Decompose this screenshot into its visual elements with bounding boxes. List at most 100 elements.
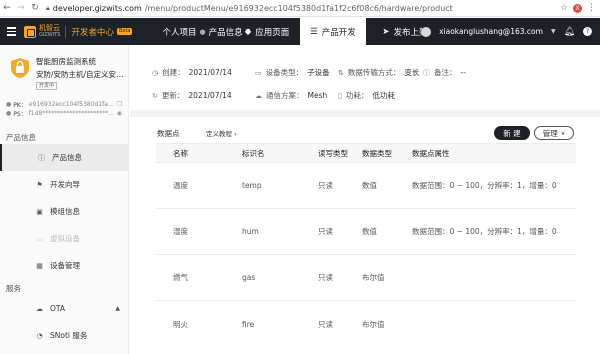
- shield-icon: [11, 58, 29, 78]
- meta-comm: ☁ 通信方案： Mesh: [255, 90, 338, 101]
- forward-icon[interactable]: →: [14, 1, 28, 15]
- menu-icon[interactable]: [0, 27, 22, 36]
- sidebar-item-ota[interactable]: ☁ OTA ▲: [0, 295, 128, 322]
- profile-avatar[interactable]: X: [573, 3, 582, 13]
- datapoint-table: 名称 标识名 读写类型 数据类型 数据点属性 温度 temp 只读 数值 数据范…: [156, 143, 576, 347]
- breadcrumb-project[interactable]: 个人项目: [162, 26, 196, 38]
- logo-mark-icon: [24, 25, 36, 38]
- sidebar-item-dev-guide[interactable]: ⚑ 开发向导: [0, 171, 128, 198]
- transfer-value: 变长: [404, 68, 420, 77]
- address-bar[interactable]: 🔒︎ developer.gizwits.com/menu/productMen…: [46, 2, 554, 15]
- cell-type: 布尔值: [362, 273, 385, 282]
- clock-icon: ◷: [152, 68, 159, 77]
- cloud-icon: ☁: [255, 91, 262, 100]
- comm-value: Mesh: [307, 91, 328, 100]
- cell-name: 燃气: [173, 273, 188, 282]
- sidebar-item-snoti[interactable]: ◔ SNoti 服务: [0, 322, 128, 349]
- tab-app-pages[interactable]: ◆ 应用页面: [234, 18, 300, 45]
- ps-value: f1d8**********************9652: [28, 110, 115, 117]
- info-icon: ⓘ: [423, 68, 430, 77]
- meta-remark: ⓘ 备注： --: [423, 67, 466, 78]
- cell-id: hum: [242, 227, 259, 236]
- table-row[interactable]: 明火 fire 只读 布尔值: [156, 301, 576, 347]
- key-icon: ●: [6, 101, 12, 108]
- section-title-product: 产品信息: [6, 132, 36, 142]
- manage-button[interactable]: 管理 ∨: [534, 126, 574, 140]
- diamond-icon: ◆: [244, 26, 252, 37]
- cell-type: 布尔值: [362, 319, 385, 329]
- sidebar-item-module-info[interactable]: ▣ 模组信息: [0, 198, 128, 225]
- url-host: developer.gizwits.com: [52, 3, 142, 13]
- created-value: 2021/07/14: [188, 68, 232, 77]
- cell-id: fire: [242, 319, 255, 329]
- browser-toolbar: ← → ↻ 🔒︎ developer.gizwits.com/menu/prod…: [0, 0, 600, 17]
- datapoint-toolbar: 数据点 定义教程 › 新 建 管理 ∨: [130, 117, 600, 141]
- user-email[interactable]: xiaokanglushang@163.com: [439, 27, 543, 36]
- cell-rw: 只读: [318, 273, 333, 282]
- developer-center-link[interactable]: 开发者中心 Beta: [71, 26, 133, 38]
- cell-name: 明火: [173, 319, 188, 329]
- col-rw-header: 读写类型: [318, 148, 348, 158]
- new-button[interactable]: 新 建: [494, 126, 530, 140]
- table-row[interactable]: 温度 temp 只读 数值 数据范围：0 ~ 100，分辨率：1，增量：0: [156, 163, 576, 209]
- sidebar-item-label: 设备管理: [50, 261, 80, 270]
- meta-device-type: ▭ 设备类型： 子设备: [255, 67, 338, 78]
- device-type-label: 设备类型：: [265, 68, 304, 77]
- custom-tutorial-link[interactable]: 定义教程 ›: [206, 128, 237, 138]
- pk-row: ● PK： e916932ecc104f5380d1fa1f2c ❐: [6, 100, 122, 109]
- main-tabs: ◆ 应用页面 ☰ 产品开发 ➤ 发布上架: [234, 18, 444, 45]
- col-type-header: 数据类型: [362, 148, 392, 158]
- transfer-label: 数据传输方式：: [347, 68, 401, 77]
- created-label: 创建：: [162, 68, 185, 77]
- url-path: /menu/productMenu/e916932ecc104f5380d1fa…: [144, 3, 453, 13]
- chevron-down-icon[interactable]: ▼: [551, 28, 556, 35]
- table-row[interactable]: 燃气 gas 只读 布尔值: [156, 255, 576, 301]
- product-meta: ◷ 创建： 2021/07/14 ▭ 设备类型： 子设备 ⇅ 数据传输方式： 变…: [130, 45, 600, 117]
- battery-icon: ▯: [338, 91, 342, 100]
- cell-attr: 数据范围：0 ~ 100，分辨率：1，增量：0: [412, 181, 557, 190]
- reload-icon[interactable]: ↻: [28, 1, 42, 15]
- bell-icon: ◔: [36, 331, 43, 340]
- cell-name: 湿度: [173, 227, 188, 236]
- bell-icon[interactable]: 🔔︎: [564, 27, 575, 37]
- eye-icon[interactable]: ◉: [117, 110, 122, 117]
- sidebar-item-virtual-device[interactable]: ▭ 虚拟设备: [0, 225, 128, 252]
- help-icon[interactable]: ?: [583, 27, 592, 36]
- pk-label: PK：: [13, 102, 27, 109]
- divider: [65, 25, 67, 38]
- key-icon: ●: [6, 110, 12, 117]
- table-row[interactable]: 湿度 hum 只读 数值 数据范围：0 ~ 100，分辨率：1，增量：0: [156, 209, 576, 255]
- tab-product-dev[interactable]: ☰ 产品开发: [300, 18, 366, 45]
- cell-name: 温度: [173, 181, 188, 190]
- sidebar-item-label: 产品信息: [52, 153, 82, 162]
- product-card: 智能厨房监测系统 安防/安防主机/自定义安防主机 开发中: [0, 45, 128, 100]
- main-content: ◷ 创建： 2021/07/14 ▭ 设备类型： 子设备 ⇅ 数据传输方式： 变…: [130, 45, 600, 354]
- remark-value: --: [460, 68, 466, 77]
- meta-updated: ↻ 更新： 2021/07/14: [152, 90, 255, 101]
- star-icon[interactable]: ☆: [560, 3, 568, 13]
- device-type-value: 子设备: [307, 68, 330, 77]
- gizwits-logo[interactable]: 机智云 GIZWITS: [24, 24, 60, 39]
- device-icon: ▭: [255, 68, 262, 77]
- user-avatar[interactable]: [421, 26, 432, 37]
- tab-label: 应用页面: [255, 27, 290, 38]
- refresh-icon: ↻: [152, 91, 158, 100]
- power-label: 功耗：: [345, 91, 369, 100]
- copy-icon[interactable]: ❐: [117, 101, 122, 108]
- sidebar-item-product-info[interactable]: ⓘ 产品信息: [0, 144, 128, 171]
- meta-transfer: ⇅ 数据传输方式： 变长: [338, 67, 423, 78]
- sidebar-item-label: 开发向导: [50, 180, 80, 189]
- sidebar-item-label: 虚拟设备: [50, 234, 80, 243]
- manage-label: 管理: [542, 128, 558, 138]
- chevron-up-icon[interactable]: ▲: [115, 305, 120, 312]
- product-category: 安防/安防主机/自定义安防主机: [36, 70, 126, 79]
- updated-label: 更新：: [161, 91, 185, 100]
- more-icon[interactable]: ⋮: [587, 3, 596, 13]
- calendar-icon: ▦: [36, 261, 43, 270]
- sidebar-item-device-mgmt[interactable]: ▦ 设备管理: [0, 252, 128, 279]
- cell-id: gas: [242, 273, 256, 282]
- back-icon[interactable]: ←: [0, 1, 14, 15]
- ps-row: ● PS： f1d8**********************9652 ◉: [6, 109, 122, 118]
- info-icon: ⓘ: [38, 153, 45, 162]
- chip-icon: ▣: [36, 207, 43, 216]
